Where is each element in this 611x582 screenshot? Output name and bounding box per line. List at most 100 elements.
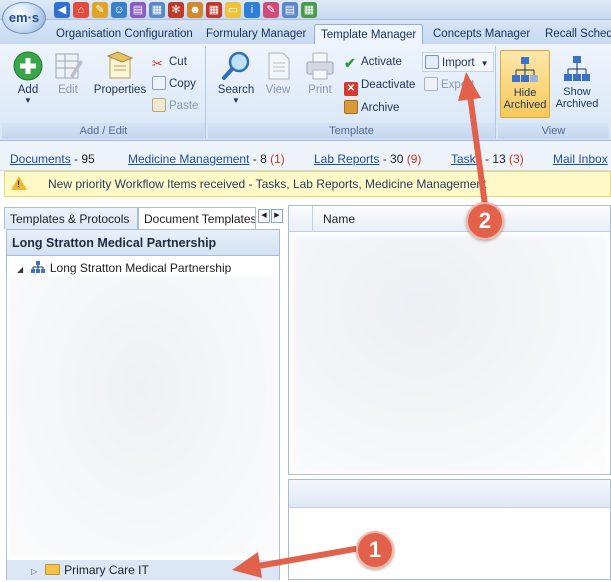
chevron-down-icon: ▼ (232, 96, 240, 105)
collapse-triangle-icon[interactable]: ◢ (17, 265, 23, 274)
tab-organisation-configuration[interactable]: Organisation Configuration (56, 24, 193, 44)
row-selector-header[interactable] (289, 206, 313, 232)
scroll-right-icon[interactable]: ▶ (271, 209, 283, 223)
activate-label: Activate (361, 56, 402, 68)
info-icon[interactable]: i (244, 2, 260, 18)
link-documents-label[interactable]: Documents (10, 152, 71, 166)
grid-header: Name (289, 206, 610, 232)
left-panel-tabs: Templates & Protocols Document Templates… (4, 205, 284, 229)
link-lab-reports-count: - 30 (379, 152, 404, 166)
tab-concepts-manager[interactable]: Concepts Manager (433, 24, 530, 44)
copy-icon (152, 76, 166, 90)
emis-logo[interactable]: em·s (2, 2, 46, 34)
tab-formulary-manager[interactable]: Formulary Manager (206, 24, 306, 44)
activate-button[interactable]: ✔ Activate (344, 52, 402, 72)
organisation-icon (30, 261, 45, 273)
link-medicine-management-label[interactable]: Medicine Management (128, 152, 249, 166)
cut-button[interactable]: ✂ Cut (152, 52, 187, 72)
preview-panel-header (289, 480, 610, 508)
calendar-icon[interactable]: ▦ (149, 2, 165, 18)
deactivate-button[interactable]: ✕ Deactivate (344, 75, 415, 96)
users-icon[interactable]: ☺ (111, 2, 127, 18)
link-tasks-label[interactable]: Tasks (451, 152, 482, 166)
link-tasks[interactable]: Tasks - 13 (3) (451, 152, 524, 166)
search-button[interactable]: Search ▼ (212, 50, 260, 118)
link-lab-reports[interactable]: Lab Reports - 30 (9) (314, 152, 421, 166)
link-tasks-count: - 13 (481, 152, 506, 166)
archive-box-icon (344, 100, 358, 114)
tree-panel-header: Long Stratton Medical Partnership (7, 230, 279, 256)
tab-document-templates[interactable]: Document Templates (138, 207, 256, 229)
paste-button[interactable]: Paste (152, 96, 198, 116)
link-tasks-priority: (3) (509, 152, 524, 166)
tree-root-label: Long Stratton Medical Partnership (49, 261, 232, 275)
link-mail-inbox-label[interactable]: Mail Inbox (553, 152, 608, 166)
expand-triangle-icon[interactable]: ▷ (31, 567, 37, 576)
pencil-icon[interactable]: ✎ (92, 2, 108, 18)
link-medicine-management-count: - 8 (249, 152, 267, 166)
ribbon: Add ▼ Edit Properties ✂ Cut Copy Paste Ad… (0, 44, 611, 141)
folder-icon (45, 564, 61, 575)
tree-item-label: Primary Care IT (64, 563, 149, 577)
print-label: Print (308, 84, 332, 96)
note-icon[interactable]: ▭ (225, 2, 241, 18)
link-medicine-management[interactable]: Medicine Management - 8 (1) (128, 152, 285, 166)
ribbon-tabs: Organisation Configuration Formulary Man… (0, 20, 611, 44)
notification-bar[interactable]: ! New priority Workflow Items received -… (4, 171, 611, 197)
export-button[interactable]: Export (424, 75, 474, 95)
plus-circle-icon (13, 51, 43, 81)
tree-item-primary-care-it[interactable]: ▷ Primary Care IT (7, 560, 279, 580)
document-icon[interactable]: ▤ (282, 2, 298, 18)
show-archived-button[interactable]: Show Archived (552, 50, 602, 118)
quick-access-toolbar: em·s ◀ ⌂ ✎ ☺ ▤ ▦ ✻ ☻ ▦ ▭ i ✎ ▤ ▦ (0, 0, 611, 34)
warning-icon: ! (11, 176, 27, 190)
import-icon (425, 55, 439, 69)
people-icon[interactable]: ☻ (187, 2, 203, 18)
tab-templates-protocols[interactable]: Templates & Protocols (4, 207, 138, 229)
column-header-name[interactable]: Name (323, 212, 355, 226)
properties-icon (106, 51, 134, 79)
edit-button[interactable]: Edit (44, 50, 92, 118)
template-list-panel: Name (288, 205, 611, 475)
link-documents[interactable]: Documents - 95 (10, 152, 95, 166)
copy-label: Copy (169, 78, 196, 90)
tab-recall-scheduler[interactable]: Recall Sched (545, 24, 611, 44)
view-document-icon (268, 52, 290, 80)
molecule-icon[interactable]: ✻ (168, 2, 184, 18)
notes-icon[interactable]: ▤ (130, 2, 146, 18)
chevron-down-icon: ▼ (480, 59, 489, 68)
hide-archived-label-1: Hide (513, 87, 537, 99)
hierarchy-icon (564, 56, 590, 81)
link-mail-inbox[interactable]: Mail Inbox (553, 152, 608, 166)
properties-button[interactable]: Properties (92, 50, 148, 118)
workflow-links-bar: Documents - 95 Medicine Management - 8 (… (0, 141, 611, 171)
link-lab-reports-label[interactable]: Lab Reports (314, 152, 379, 166)
blurred-tree-content (9, 276, 277, 556)
back-icon[interactable]: ◀ (54, 2, 70, 18)
archive-label: Archive (361, 102, 400, 114)
import-button[interactable]: Import ▼ (422, 52, 494, 72)
group-label-template: Template (208, 123, 495, 139)
export-icon (424, 77, 438, 91)
logo-text: em·s (8, 10, 40, 25)
paste-label: Paste (169, 100, 199, 112)
view-button[interactable]: View (254, 50, 302, 118)
blurred-grid-content (293, 236, 608, 472)
table-icon[interactable]: ▦ (301, 2, 317, 18)
copy-button[interactable]: Copy (152, 74, 196, 94)
edit-label: Edit (58, 84, 78, 96)
hide-archived-button[interactable]: Hide Archived (500, 50, 550, 118)
search-label: Search (217, 84, 255, 96)
home-icon[interactable]: ⌂ (73, 2, 89, 18)
group-template: Search ▼ View Print ✔ Activate ✕ Deactivat… (208, 46, 496, 139)
pen-icon[interactable]: ✎ (263, 2, 279, 18)
export-label: Export (441, 79, 475, 91)
archive-button[interactable]: Archive (344, 98, 399, 118)
tab-template-manager[interactable]: Template Manager (314, 24, 424, 44)
print-button[interactable]: Print (296, 50, 344, 118)
scroll-left-icon[interactable]: ◀ (258, 209, 270, 223)
grid-icon[interactable]: ▦ (206, 2, 222, 18)
add-label: Add (17, 84, 39, 96)
tree-root-node[interactable]: ◢ Long Stratton Medical Partnership (17, 261, 231, 275)
group-label-view: View (498, 123, 609, 139)
